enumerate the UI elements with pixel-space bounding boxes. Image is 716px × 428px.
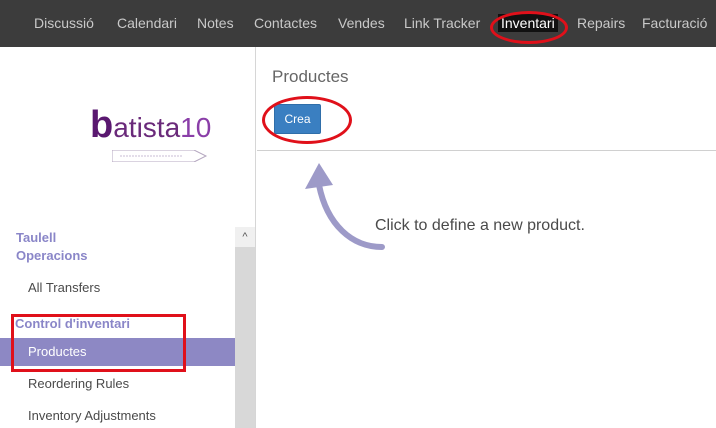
scroll-up-icon[interactable]: ^ <box>235 227 255 247</box>
sidebar-item-inventory-adjustments[interactable]: Inventory Adjustments <box>0 402 235 428</box>
create-button[interactable]: Crea <box>274 104 321 134</box>
menu-item-notes[interactable]: Notes <box>197 0 234 47</box>
hint-arrow-icon <box>305 163 385 250</box>
sidebar: batista10 ^ Taulell Operacions All Trans… <box>0 47 256 428</box>
logo-wordmark: batista10 <box>90 104 212 146</box>
sidebar-item-all-transfers[interactable]: All Transfers <box>0 274 235 302</box>
sidebar-scrollbar[interactable]: ^ <box>235 227 255 428</box>
menu-item-contactes[interactable]: Contactes <box>254 0 317 47</box>
menu-item-inventari[interactable]: Inventari <box>498 0 558 47</box>
sidebar-item-reordering-rules[interactable]: Reordering Rules <box>0 370 235 398</box>
main-content: Productes Crea Click to define a new pro… <box>257 47 716 428</box>
menu-item-link-tracker[interactable]: Link Tracker <box>404 0 480 47</box>
menu-item-discussio[interactable]: Discussió <box>34 0 94 47</box>
page-title: Productes <box>272 67 349 86</box>
section-taulell[interactable]: Taulell <box>16 230 56 245</box>
menu-item-repairs[interactable]: Repairs <box>577 0 625 47</box>
sidebar-item-productes[interactable]: Productes <box>0 338 235 366</box>
empty-state-hint: Click to define a new product. <box>375 217 585 234</box>
menu-item-inventari-label: Inventari <box>498 14 558 32</box>
menu-item-calendari[interactable]: Calendari <box>117 0 177 47</box>
menu-item-vendes[interactable]: Vendes <box>338 0 385 47</box>
section-operacions[interactable]: Operacions <box>16 248 88 263</box>
company-logo: batista10 <box>90 104 212 162</box>
top-menu-bar: Discussió Calendari Notes Contactes Vend… <box>0 0 716 47</box>
menu-item-facturacio[interactable]: Facturació <box>642 0 707 47</box>
app-menu: Discussió Calendari Notes Contactes Vend… <box>0 0 716 47</box>
section-control-inventari[interactable]: Control d'inventari <box>15 316 130 331</box>
logo-underline-arrow-icon <box>112 150 208 162</box>
control-panel-divider <box>257 150 716 151</box>
